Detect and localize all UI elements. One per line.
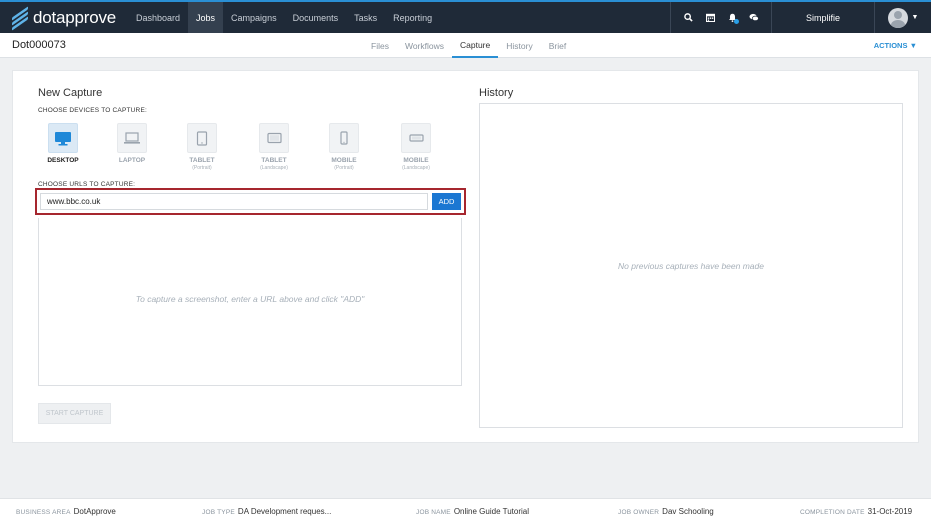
- new-capture-title: New Capture: [38, 87, 103, 99]
- actions-menu[interactable]: ACTIONS ▼: [874, 41, 917, 50]
- job-type-label: JOB TYPE: [202, 509, 235, 516]
- device-tablet-landscape-sub: (Landscape): [260, 165, 288, 171]
- nav-icons: [670, 2, 771, 33]
- job-footer: BUSINESS AREA DotApprove JOB TYPE DA Devel…: [0, 498, 931, 523]
- devices-label: CHOOSE DEVICES TO CAPTURE:: [38, 107, 147, 114]
- device-mobile-landscape[interactable]: MOBILE (Landscape): [391, 123, 441, 175]
- org-switcher[interactable]: Simplifie: [771, 2, 875, 33]
- logo[interactable]: dotapprove: [0, 2, 128, 33]
- device-tablet-landscape[interactable]: TABLET (Landscape): [249, 123, 299, 175]
- top-nav: dotapprove Dashboard Jobs Campaigns Docu…: [0, 0, 931, 33]
- footer-job-name: JOB NAME Online Guide Tutorial: [416, 507, 529, 516]
- device-mobile-landscape-sub: (Landscape): [402, 165, 430, 171]
- device-selector: DESKTOP LAPTOP TABLET (Portrait) TABLET …: [38, 123, 448, 175]
- chevron-down-icon: ▼: [911, 14, 919, 21]
- capture-panel: New Capture CHOOSE DEVICES TO CAPTURE: D…: [12, 70, 919, 443]
- nav-reporting[interactable]: Reporting: [385, 2, 440, 33]
- search-icon[interactable]: [677, 2, 699, 33]
- job-name-value: Online Guide Tutorial: [453, 507, 529, 516]
- footer-job-type: JOB TYPE DA Development reques...: [202, 507, 331, 516]
- tablet-landscape-icon: [259, 123, 289, 153]
- nav-documents[interactable]: Documents: [285, 2, 347, 33]
- logo-text: dotapprove: [33, 7, 117, 27]
- calendar-icon[interactable]: [699, 2, 721, 33]
- device-desktop-label: DESKTOP: [47, 157, 79, 164]
- tab-workflows[interactable]: Workflows: [397, 33, 452, 58]
- job-owner-value: Dav Schooling: [662, 507, 714, 516]
- business-area-label: BUSINESS AREA: [16, 509, 71, 516]
- caret-down-icon: ▼: [909, 41, 917, 50]
- device-mobile-portrait[interactable]: MOBILE (Portrait): [319, 123, 369, 175]
- tab-history[interactable]: History: [498, 33, 540, 58]
- job-tabs: Files Workflows Capture History Brief: [363, 33, 574, 58]
- avatar: [887, 7, 908, 28]
- mobile-portrait-icon: [329, 123, 359, 153]
- nav-jobs[interactable]: Jobs: [188, 2, 224, 33]
- device-tablet-portrait-sub: (Portrait): [192, 165, 212, 171]
- device-laptop-label: LAPTOP: [118, 157, 146, 164]
- laptop-icon: [117, 123, 147, 153]
- completion-date-value: 31-Oct-2019: [867, 507, 913, 516]
- start-capture-button[interactable]: START CAPTURE: [38, 403, 111, 424]
- history-title: History: [479, 87, 514, 99]
- nav-tasks[interactable]: Tasks: [346, 2, 385, 33]
- job-type-value: DA Development reques...: [237, 507, 332, 516]
- bell-icon[interactable]: [721, 2, 743, 33]
- desktop-icon: [48, 123, 78, 153]
- tablet-portrait-icon: [187, 123, 217, 153]
- actions-label: ACTIONS: [873, 41, 908, 50]
- job-owner-label: JOB OWNER: [618, 509, 660, 516]
- tab-capture[interactable]: Capture: [452, 33, 499, 58]
- sub-header: Dot000073 Files Workflows Capture Histor…: [0, 33, 931, 58]
- job-id: Dot000073: [12, 39, 66, 51]
- device-tablet-portrait[interactable]: TABLET (Portrait): [177, 123, 227, 175]
- tab-files[interactable]: Files: [363, 33, 397, 58]
- capture-empty-hint: To capture a screenshot, enter a URL abo…: [135, 294, 365, 304]
- footer-job-owner: JOB OWNER Dav Schooling: [618, 507, 714, 516]
- add-url-button[interactable]: ADD: [432, 193, 461, 210]
- completion-date-label: COMPLETION DATE: [800, 509, 865, 516]
- user-menu[interactable]: ▼: [875, 2, 931, 33]
- device-tablet-landscape-label: TABLET: [261, 157, 287, 164]
- history-empty-message: No previous captures have been made: [617, 261, 764, 271]
- history-list: No previous captures have been made: [479, 103, 903, 428]
- nav-campaigns[interactable]: Campaigns: [223, 2, 285, 33]
- footer-business-area: BUSINESS AREA DotApprove: [16, 507, 116, 516]
- tab-brief[interactable]: Brief: [541, 33, 574, 58]
- device-laptop[interactable]: LAPTOP: [107, 123, 157, 175]
- chat-icon[interactable]: [743, 2, 765, 33]
- footer-completion-date: COMPLETION DATE 31-Oct-2019: [800, 507, 912, 516]
- device-mobile-landscape-label: MOBILE: [403, 157, 429, 164]
- capture-url-list: To capture a screenshot, enter a URL abo…: [38, 218, 462, 386]
- logo-mark-icon: [12, 5, 28, 31]
- nav-dashboard[interactable]: Dashboard: [128, 2, 188, 33]
- device-desktop[interactable]: DESKTOP: [38, 123, 88, 175]
- notification-dot: [734, 19, 739, 24]
- nav-right: Simplifie ▼: [670, 2, 931, 33]
- device-mobile-portrait-label: MOBILE: [331, 157, 357, 164]
- main-nav: Dashboard Jobs Campaigns Documents Tasks…: [128, 2, 440, 33]
- device-tablet-portrait-label: TABLET: [189, 157, 215, 164]
- business-area-value: DotApprove: [73, 507, 116, 516]
- device-mobile-portrait-sub: (Portrait): [334, 165, 354, 171]
- url-input[interactable]: [40, 193, 428, 210]
- urls-label: CHOOSE URLS TO CAPTURE:: [38, 181, 136, 188]
- url-entry-row: ADD: [35, 188, 466, 215]
- job-name-label: JOB NAME: [416, 509, 451, 516]
- mobile-landscape-icon: [401, 123, 431, 153]
